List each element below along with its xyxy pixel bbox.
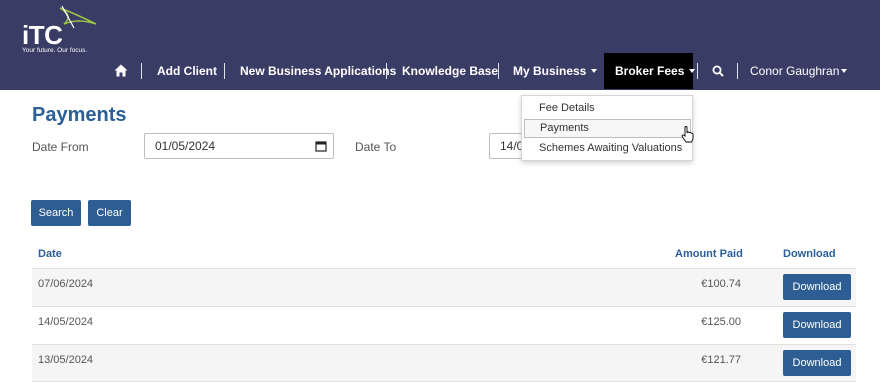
user-name: Conor Gaughran: [750, 64, 840, 78]
date-from-label: Date From: [32, 140, 89, 154]
nav-my-business-label: My Business: [513, 64, 587, 78]
page-title: Payments: [32, 104, 127, 126]
date-to-value: 14/0: [500, 139, 524, 153]
download-button[interactable]: Download: [783, 312, 851, 338]
table-row: 07/06/2024 €100.74 Download: [32, 268, 856, 306]
hand-cursor-icon: [681, 126, 694, 143]
search-icon[interactable]: [712, 53, 726, 89]
column-header-date: Date: [38, 248, 62, 260]
nav-new-business-applications[interactable]: New Business Applications: [240, 53, 396, 89]
user-menu-toggle[interactable]: [839, 53, 849, 89]
date-from-value: 01/05/2024: [155, 139, 216, 153]
search-button[interactable]: Search: [31, 200, 81, 226]
row-date: 14/05/2024: [38, 316, 94, 328]
date-from-input[interactable]: 01/05/2024: [144, 133, 334, 159]
column-header-download: Download: [783, 248, 836, 260]
date-to-label: Date To: [355, 140, 397, 154]
download-button[interactable]: Download: [783, 350, 851, 376]
broker-fees-dropdown: Fee Details Payments Schemes Awaiting Va…: [521, 95, 693, 161]
table-row: 14/05/2024 €125.00 Download: [32, 306, 856, 344]
row-amount: €100.74: [701, 278, 741, 290]
itc-logo[interactable]: iTC Your future. Our focus.: [22, 4, 102, 56]
nav-broker-fees-label: Broker Fees: [615, 64, 685, 78]
page: iTC Your future. Our focus. Add Client N…: [0, 0, 880, 383]
row-amount: €125.00: [701, 316, 741, 328]
chevron-down-icon: [841, 68, 847, 73]
nav-broker-fees[interactable]: Broker Fees: [604, 53, 696, 89]
clear-button[interactable]: Clear: [88, 200, 131, 226]
nav-add-client[interactable]: Add Client: [157, 53, 217, 89]
row-amount: €121.77: [701, 354, 741, 366]
column-header-amount-paid: Amount Paid: [675, 248, 743, 260]
table-row: 13/05/2024 €121.77 Download: [32, 344, 856, 382]
menu-item-schemes-awaiting-valuations[interactable]: Schemes Awaiting Valuations: [523, 139, 691, 158]
nav-divider: [141, 63, 142, 79]
nav-divider: [224, 63, 225, 79]
main-nav: Add Client New Business Applications Kno…: [0, 53, 880, 89]
menu-item-payments[interactable]: Payments: [524, 119, 691, 138]
nav-divider: [386, 63, 387, 79]
user-menu[interactable]: Conor Gaughran: [750, 53, 839, 89]
top-navbar: iTC Your future. Our focus. Add Client N…: [0, 0, 880, 90]
nav-divider: [737, 63, 738, 79]
row-date: 13/05/2024: [38, 354, 94, 366]
nav-divider: [498, 63, 499, 79]
logo-swoosh-icon: [59, 5, 97, 29]
chevron-down-icon: [689, 68, 696, 73]
home-icon[interactable]: [114, 53, 130, 89]
nav-knowledge-base[interactable]: Knowledge Base: [402, 53, 498, 89]
nav-my-business[interactable]: My Business: [513, 53, 598, 89]
chevron-down-icon: [591, 68, 598, 73]
download-button[interactable]: Download: [783, 274, 851, 300]
row-date: 07/06/2024: [38, 278, 94, 290]
menu-item-fee-details[interactable]: Fee Details: [523, 99, 691, 118]
nav-divider: [697, 63, 698, 79]
calendar-icon[interactable]: [315, 140, 327, 152]
